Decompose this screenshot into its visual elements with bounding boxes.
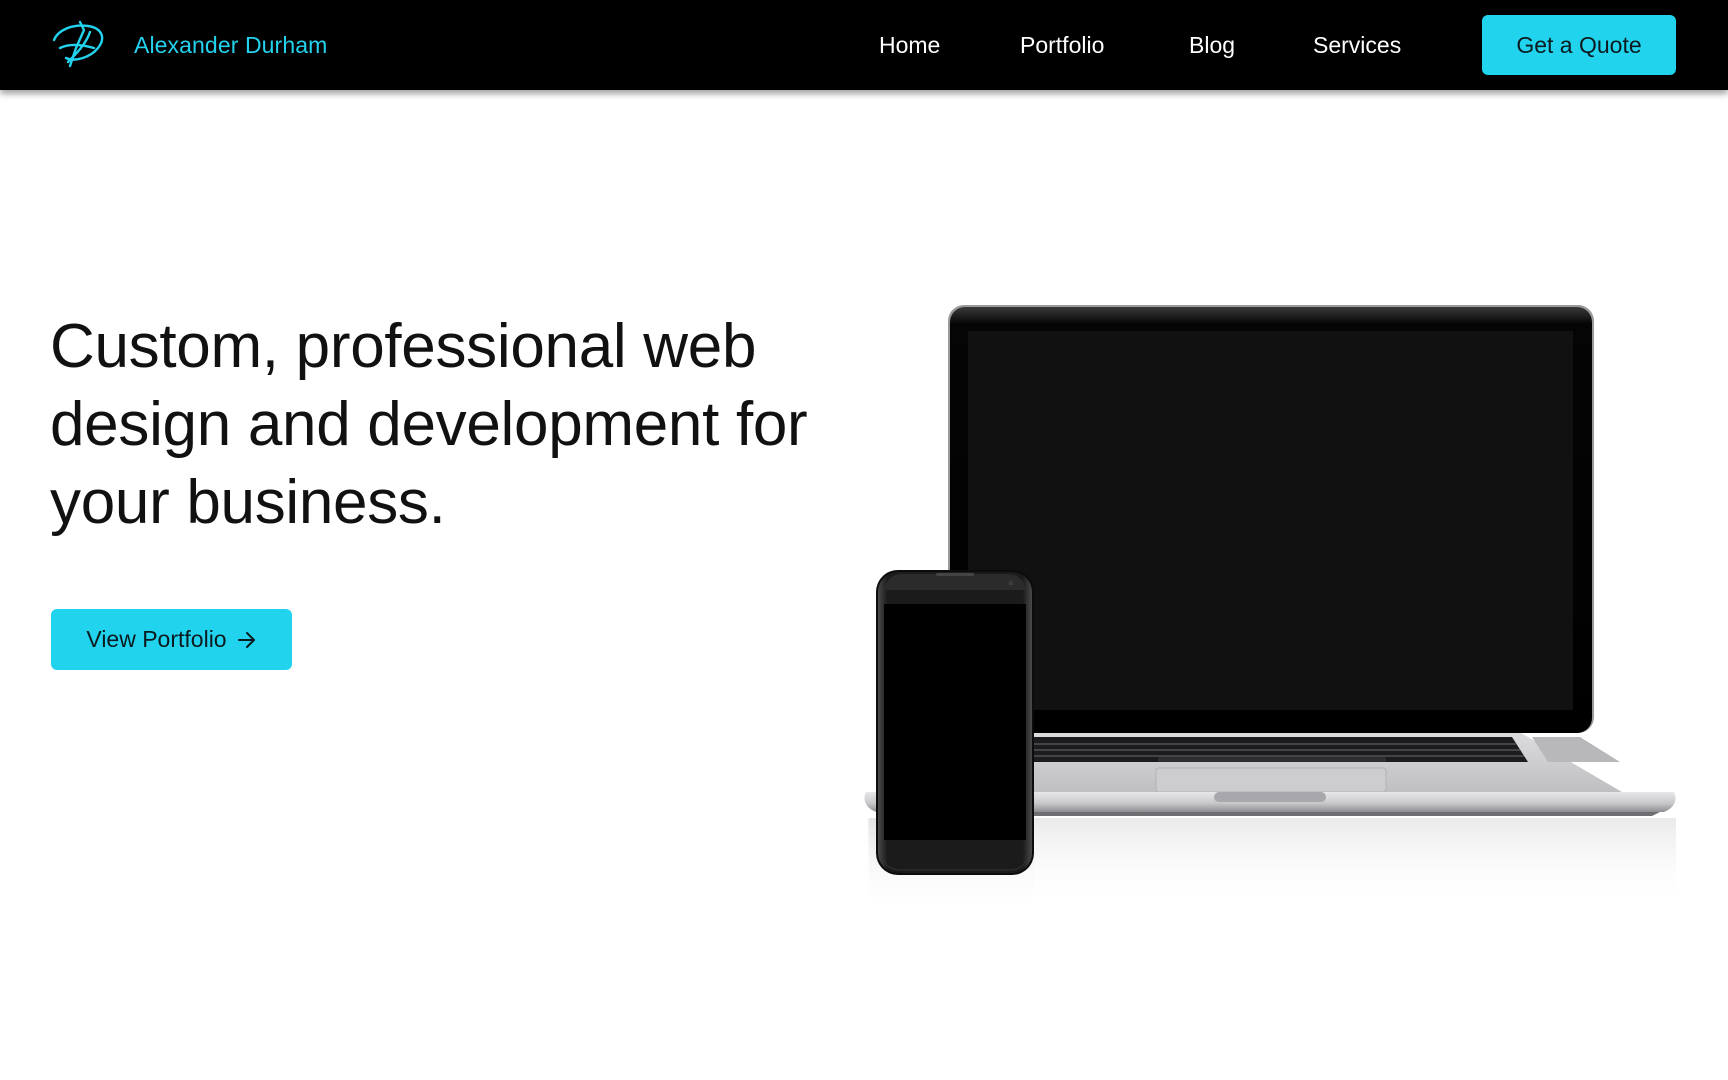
smartphone-icon [870, 570, 1034, 916]
brand-home-link[interactable]: Alexander Durham [50, 18, 327, 72]
brand-name: Alexander Durham [134, 31, 328, 58]
hero-title: Custom, professional web design and deve… [50, 312, 808, 537]
view-portfolio-label: View Portfolio [86, 626, 227, 652]
signature-logo-icon [52, 20, 104, 68]
top-navbar: Alexander Durham Home Portfolio Blog Ser… [0, 0, 1728, 90]
get-a-quote-button[interactable]: Get a Quote [1482, 15, 1676, 75]
arrow-right-icon [237, 631, 255, 648]
laptop-icon [864, 305, 1676, 908]
view-portfolio-button[interactable]: View Portfolio [51, 609, 292, 670]
nav-link-blog[interactable]: Blog [1189, 30, 1235, 60]
nav-link-home[interactable]: Home [879, 30, 940, 60]
nav-link-services[interactable]: Services [1313, 30, 1401, 60]
nav-link-portfolio[interactable]: Portfolio [1020, 30, 1104, 60]
